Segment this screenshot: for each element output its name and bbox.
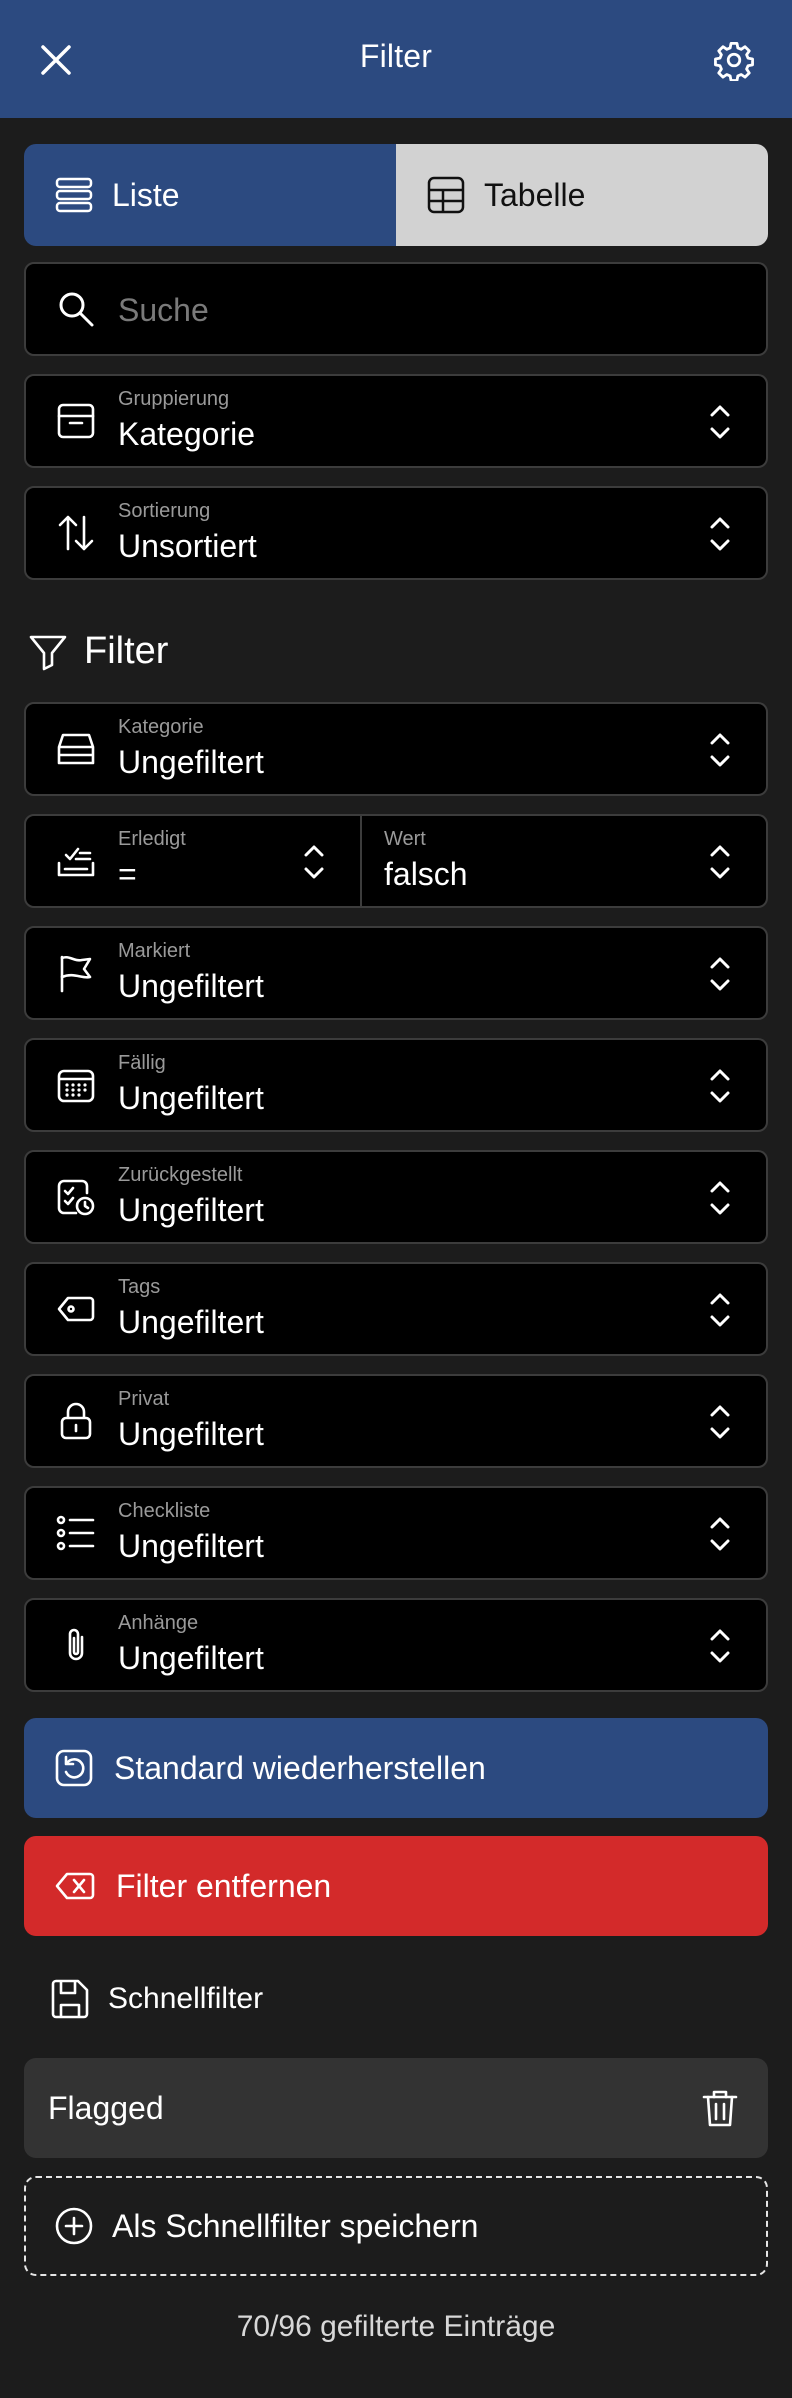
restore-defaults-label: Standard wiederherstellen	[114, 1749, 486, 1786]
done-filter: Erledigt = Wert falsch	[24, 814, 768, 908]
settings-button[interactable]	[708, 34, 760, 86]
due-value: Ungefiltert	[118, 1080, 264, 1116]
funnel-icon	[29, 635, 67, 670]
deferred-value: Ungefiltert	[118, 1192, 264, 1228]
chevron-up-down-icon	[710, 957, 730, 991]
done-operator-select[interactable]: Erledigt =	[26, 816, 362, 906]
flagged-label: Markiert	[118, 940, 191, 962]
remove-filter-label: Filter entfernen	[116, 1867, 332, 1904]
list-icon	[55, 177, 93, 213]
chevron-up-down-icon	[710, 1629, 730, 1663]
sorting-value: Unsortiert	[118, 528, 257, 564]
chevron-up-down-icon	[710, 1405, 730, 1439]
archive-box-icon	[57, 403, 95, 439]
private-filter[interactable]: Privat Ungefiltert	[24, 1374, 768, 1468]
attachments-filter[interactable]: Anhänge Ungefiltert	[24, 1598, 768, 1692]
chevron-up-down-icon	[710, 1069, 730, 1103]
checklist-icon	[56, 1515, 95, 1551]
inbox-tray-icon	[57, 733, 95, 765]
filtered-count-status: 70/96 gefilterte Einträge	[236, 2310, 556, 2343]
save-as-quick-filter-label: Als Schnellfilter speichern	[112, 2207, 479, 2244]
grouping-label: Gruppierung	[118, 388, 230, 410]
save-disk-icon	[51, 1979, 89, 2019]
sorting-label: Sortierung	[118, 500, 211, 522]
sort-arrows-icon	[58, 515, 94, 551]
table-icon	[427, 176, 465, 214]
chevron-up-down-icon	[710, 517, 730, 551]
search-icon	[59, 292, 94, 327]
chevron-up-down-icon	[710, 1517, 730, 1551]
tags-value: Ungefiltert	[118, 1304, 264, 1340]
filter-section-label: Filter	[84, 630, 169, 672]
search-placeholder: Suche	[118, 292, 209, 328]
attachments-value: Ungefiltert	[118, 1640, 264, 1676]
table-view-tab[interactable]: Tabelle	[396, 144, 768, 246]
due-label: Fällig	[118, 1052, 166, 1074]
done-stack-icon	[57, 847, 95, 877]
done-value-label: Wert	[384, 828, 426, 850]
flagged-filter[interactable]: Markiert Ungefiltert	[24, 926, 768, 1020]
quick-filter-item[interactable]: Flagged	[24, 2058, 768, 2158]
chevron-up-down-icon	[710, 845, 730, 879]
quick-filter-name: Flagged	[48, 2090, 164, 2126]
restore-defaults-button[interactable]: Standard wiederherstellen	[24, 1718, 768, 1818]
grouping-select[interactable]: Gruppierung Kategorie	[24, 374, 768, 468]
remove-filter-button[interactable]: Filter entfernen	[24, 1836, 768, 1936]
deferred-label: Zurückgestellt	[118, 1164, 243, 1186]
due-filter[interactable]: Fällig Ungefiltert	[24, 1038, 768, 1132]
tags-filter[interactable]: Tags Ungefiltert	[24, 1262, 768, 1356]
chevron-up-down-icon	[710, 1293, 730, 1327]
chevron-up-down-icon	[304, 845, 324, 879]
flagged-value: Ungefiltert	[118, 968, 264, 1004]
quick-filters-label: Schnellfilter	[108, 1982, 264, 2015]
list-view-label: Liste	[112, 176, 180, 213]
tags-label: Tags	[118, 1276, 161, 1298]
quick-filters-title: Schnellfilter	[50, 1978, 263, 2020]
done-operator-value: =	[118, 856, 137, 892]
table-view-label: Tabelle	[484, 176, 586, 213]
gear-icon	[714, 41, 754, 81]
deferred-filter[interactable]: Zurückgestellt Ungefiltert	[24, 1150, 768, 1244]
checklist-label: Checkliste	[118, 1500, 211, 1522]
restore-icon	[55, 1749, 93, 1787]
filter-section-title: Filter	[28, 630, 168, 673]
view-toggle: Liste Tabelle	[24, 144, 768, 246]
trash-icon	[702, 2090, 738, 2127]
tag-icon	[57, 1296, 95, 1322]
category-value: Ungefiltert	[118, 744, 264, 780]
lock-icon	[60, 1402, 92, 1440]
list-view-tab[interactable]: Liste	[24, 144, 396, 246]
search-input[interactable]: Suche	[24, 262, 768, 356]
plus-circle-icon	[55, 2207, 93, 2245]
done-value-select[interactable]: Wert falsch	[362, 816, 766, 906]
done-label: Erledigt	[118, 828, 186, 850]
chevron-up-down-icon	[710, 733, 730, 767]
deferred-clock-icon	[57, 1179, 95, 1216]
page-title: Filter	[359, 38, 433, 74]
delete-quick-filter-button[interactable]	[698, 2086, 742, 2130]
attachments-label: Anhänge	[118, 1612, 199, 1634]
checklist-filter[interactable]: Checkliste Ungefiltert	[24, 1486, 768, 1580]
chevron-up-down-icon	[710, 1181, 730, 1215]
checklist-value: Ungefiltert	[118, 1528, 264, 1564]
save-as-quick-filter-button[interactable]: Als Schnellfilter speichern	[24, 2176, 768, 2276]
top-bar: Filter	[0, 0, 792, 118]
paperclip-icon	[68, 1628, 84, 1661]
private-label: Privat	[118, 1388, 170, 1410]
calendar-icon	[57, 1069, 95, 1103]
private-value: Ungefiltert	[118, 1416, 264, 1452]
grouping-value: Kategorie	[118, 416, 255, 452]
flag-icon	[60, 955, 92, 993]
category-filter[interactable]: Kategorie Ungefiltert	[24, 702, 768, 796]
sorting-select[interactable]: Sortierung Unsortiert	[24, 486, 768, 580]
chevron-up-down-icon	[710, 405, 730, 439]
done-value: falsch	[384, 856, 468, 892]
clear-tag-icon	[55, 1872, 95, 1900]
category-label: Kategorie	[118, 716, 204, 738]
